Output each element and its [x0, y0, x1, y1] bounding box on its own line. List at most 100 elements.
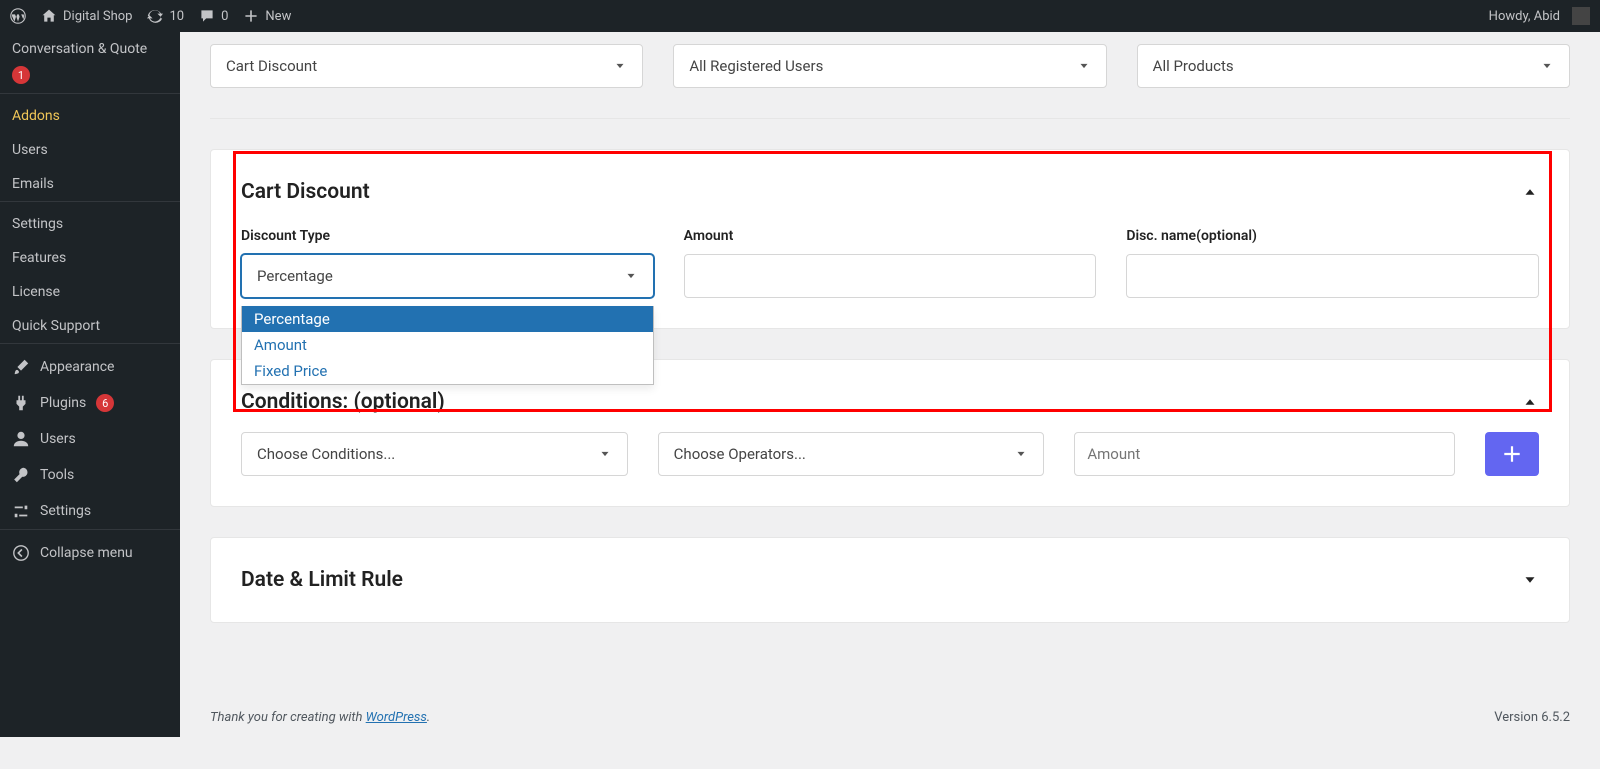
refresh-icon	[147, 8, 163, 24]
sidebar-label: License	[12, 284, 60, 300]
collapse-icon	[12, 544, 30, 562]
notification-badge: 1	[12, 66, 30, 84]
select-discount-type[interactable]: Percentage	[241, 254, 654, 298]
comment-icon	[199, 8, 215, 24]
select-conditions[interactable]: Choose Conditions...	[241, 432, 628, 476]
wordpress-icon	[10, 8, 26, 24]
select-products[interactable]: All Products	[1137, 44, 1570, 88]
dropdown-option[interactable]: Percentage	[242, 306, 653, 332]
field-label: Amount	[684, 228, 1097, 244]
sidebar-label: Features	[12, 250, 66, 266]
updates-count: 10	[169, 9, 184, 24]
site-name: Digital Shop	[63, 9, 132, 24]
select-value: Choose Operators...	[674, 445, 806, 463]
plus-icon	[1501, 443, 1523, 465]
chevron-down-icon[interactable]	[1521, 571, 1539, 589]
admin-sidebar: Conversation & Quote 1 Addons Users Emai…	[0, 32, 180, 737]
sidebar-label: Users	[12, 142, 48, 158]
field-label: Discount Type	[241, 228, 654, 244]
sidebar-label: Tools	[40, 467, 74, 483]
sidebar-item-settings[interactable]: Settings	[0, 493, 180, 529]
sidebar-label: Conversation & Quote	[12, 41, 147, 57]
select-value: All Registered Users	[689, 57, 823, 75]
sidebar-label: Collapse menu	[40, 545, 133, 561]
avatar	[1572, 7, 1590, 25]
sliders-icon	[12, 502, 30, 520]
sidebar-label: Settings	[40, 503, 91, 519]
conditions-row: Choose Conditions... Choose Operators...	[241, 432, 1539, 476]
select-discount-mode[interactable]: Cart Discount	[210, 44, 643, 88]
sidebar-item-users[interactable]: Users	[0, 421, 180, 457]
card-title: Cart Discount	[241, 180, 370, 204]
version-text: Version 6.5.2	[1494, 710, 1570, 725]
select-value: Percentage	[257, 267, 333, 285]
site-home[interactable]: Digital Shop	[41, 8, 132, 24]
sidebar-item-features[interactable]: Features	[0, 241, 180, 275]
select-value: Choose Conditions...	[257, 445, 395, 463]
user-icon	[12, 430, 30, 448]
input-cond-amount[interactable]	[1074, 432, 1455, 476]
sidebar-item-users-sub[interactable]: Users	[0, 133, 180, 167]
plugin-badge: 6	[96, 394, 114, 412]
select-operators[interactable]: Choose Operators...	[658, 432, 1045, 476]
comments-link[interactable]: 0	[199, 8, 228, 24]
wp-logo[interactable]	[10, 8, 26, 24]
sidebar-item-plugins[interactable]: Plugins 6	[0, 385, 180, 421]
howdy-user[interactable]: Howdy, Abid	[1489, 7, 1590, 25]
new-label: New	[265, 9, 291, 24]
card-header: Conditions: (optional)	[241, 390, 1539, 414]
admin-bar: Digital Shop 10 0 New Howdy, Abid	[0, 0, 1600, 32]
sidebar-item-appearance[interactable]: Appearance	[0, 349, 180, 385]
dropdown-option[interactable]: Fixed Price	[242, 358, 653, 384]
new-link[interactable]: New	[243, 8, 291, 24]
plus-icon	[243, 8, 259, 24]
wrench-icon	[12, 466, 30, 484]
input-amount[interactable]	[684, 254, 1097, 298]
updates-link[interactable]: 10	[147, 8, 184, 24]
chevron-up-icon[interactable]	[1521, 183, 1539, 201]
howdy-text: Howdy, Abid	[1489, 9, 1560, 24]
wordpress-link[interactable]: WordPress	[366, 710, 427, 725]
add-condition-button[interactable]	[1485, 432, 1539, 476]
select-value: All Products	[1153, 57, 1234, 75]
field-label: Disc. name(optional)	[1126, 228, 1539, 244]
field-row: Discount Type Percentage Percentage Amou…	[241, 228, 1539, 298]
sidebar-label: Addons	[12, 108, 60, 124]
sidebar-item-tools[interactable]: Tools	[0, 457, 180, 493]
card-date-limit: Date & Limit Rule	[210, 537, 1570, 623]
chevron-down-icon	[598, 447, 612, 461]
chevron-down-icon	[613, 59, 627, 73]
sidebar-collapse[interactable]: Collapse menu	[0, 535, 180, 571]
sidebar-item-emails[interactable]: Emails	[0, 167, 180, 201]
sidebar-label: Appearance	[40, 359, 114, 375]
chevron-down-icon	[1077, 59, 1091, 73]
sidebar-item-qsupport[interactable]: Quick Support	[0, 309, 180, 343]
sidebar-item-settings-sub[interactable]: Settings	[0, 207, 180, 241]
input-discname[interactable]	[1126, 254, 1539, 298]
footer-thanks: Thank you for creating with WordPress.	[210, 710, 430, 725]
sidebar-label: Users	[40, 431, 76, 447]
sidebar-item-conversation[interactable]: Conversation & Quote	[0, 32, 180, 66]
top-select-row: Cart Discount All Registered Users All P…	[210, 32, 1570, 119]
dropdown-discount-type: Percentage Amount Fixed Price	[241, 306, 654, 385]
field-discount-type: Discount Type Percentage Percentage Amou…	[241, 228, 654, 298]
main-content: Cart Discount All Registered Users All P…	[180, 32, 1600, 737]
select-value: Cart Discount	[226, 57, 317, 75]
dropdown-option[interactable]: Amount	[242, 332, 653, 358]
sidebar-item-conversation-badge[interactable]: 1	[0, 66, 180, 93]
chevron-down-icon	[624, 269, 638, 283]
card-title: Conditions: (optional)	[241, 390, 445, 414]
sidebar-item-license[interactable]: License	[0, 275, 180, 309]
select-users[interactable]: All Registered Users	[673, 44, 1106, 88]
plug-icon	[12, 394, 30, 412]
sidebar-label: Quick Support	[12, 318, 100, 334]
card-header: Date & Limit Rule	[241, 568, 1539, 592]
sidebar-item-addons[interactable]: Addons	[0, 99, 180, 133]
card-header: Cart Discount	[241, 180, 1539, 204]
chevron-up-icon[interactable]	[1521, 393, 1539, 411]
field-discname: Disc. name(optional)	[1126, 228, 1539, 298]
card-title: Date & Limit Rule	[241, 568, 403, 592]
home-icon	[41, 8, 57, 24]
sidebar-label: Plugins	[40, 395, 86, 411]
chevron-down-icon	[1014, 447, 1028, 461]
